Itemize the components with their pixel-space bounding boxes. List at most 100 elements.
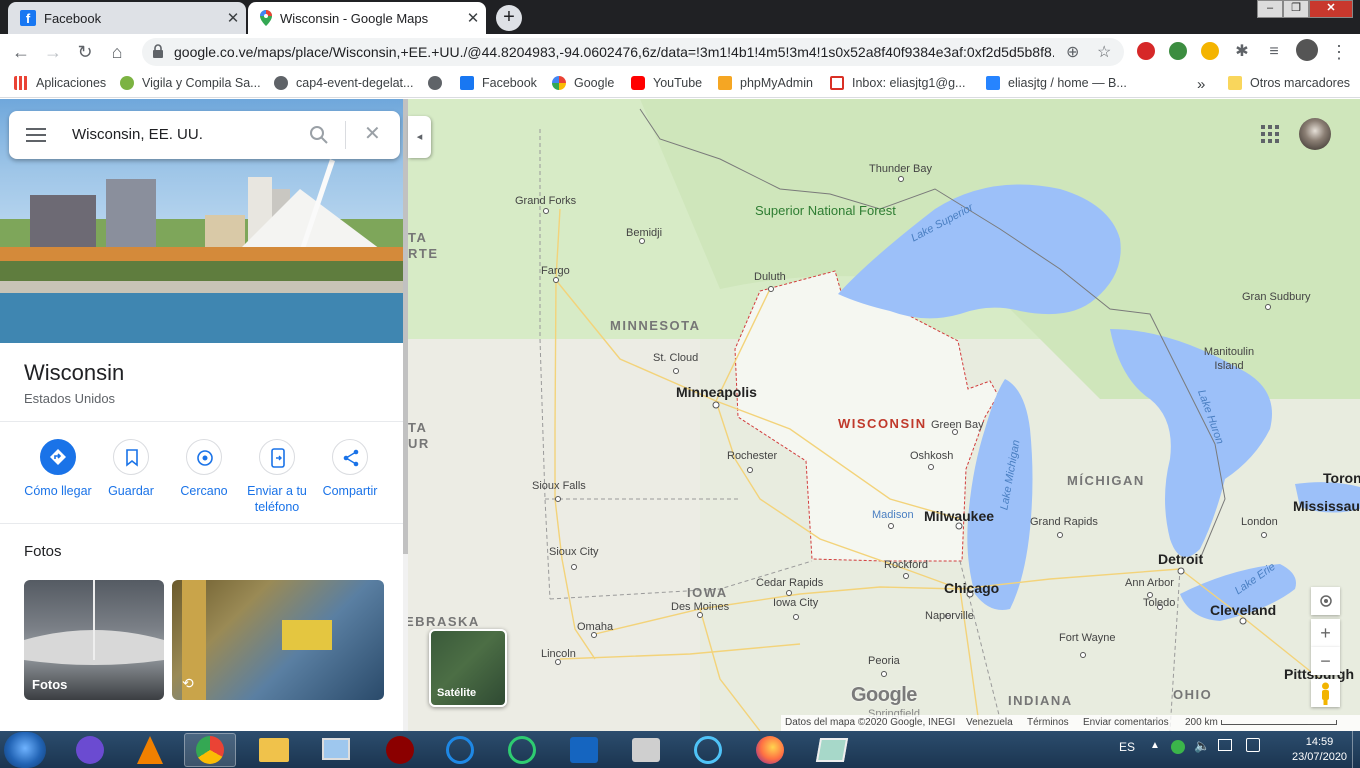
satellite-layer-button[interactable]: Satélite: [429, 629, 507, 707]
zoom-icon[interactable]: ⊕: [1066, 42, 1079, 62]
send-to-phone-button[interactable]: Enviar a tu teléfono: [239, 439, 315, 515]
heart-extension-icon[interactable]: [1201, 42, 1219, 60]
city-label-major: Chicago: [944, 580, 1000, 596]
taskbar-chrome[interactable]: [184, 733, 236, 767]
city-label: Sioux Falls: [532, 480, 586, 492]
bookmark-gmail[interactable]: Inbox: eliasjtg1@g...: [830, 76, 965, 90]
tab-google-maps[interactable]: Wisconsin - Google Maps ✕: [248, 2, 486, 34]
network-icon[interactable]: [1218, 739, 1232, 751]
app-icon: [76, 736, 104, 764]
back-icon[interactable]: ←: [9, 40, 33, 64]
taskbar-explorer[interactable]: [248, 733, 300, 767]
hero-photo[interactable]: Wisconsin, EE. UU. ✕: [0, 99, 403, 343]
profile-avatar[interactable]: [1296, 39, 1318, 61]
taskbar-vlc[interactable]: [124, 733, 176, 767]
taskbar-remote-desktop[interactable]: [310, 733, 362, 767]
city-label: Naperville: [925, 610, 974, 622]
bookmark-youtube[interactable]: YouTube: [631, 76, 702, 90]
taskbar-printer[interactable]: [620, 733, 672, 767]
city-label: Green Bay: [931, 419, 984, 431]
maximize-window-button[interactable]: ❐: [1283, 0, 1309, 18]
taskbar-clock[interactable]: 14:59 23/07/2020: [1292, 735, 1347, 765]
gmail-icon: [830, 76, 844, 90]
search-box[interactable]: Wisconsin, EE. UU. ✕: [9, 111, 400, 159]
photo-thumbnail[interactable]: Fotos: [24, 580, 164, 700]
search-input[interactable]: Wisconsin, EE. UU.: [72, 126, 203, 143]
nearby-button[interactable]: Cercano: [166, 439, 242, 499]
taskbar-app[interactable]: [374, 733, 426, 767]
taskbar-app[interactable]: [806, 733, 858, 767]
bookmark-apps[interactable]: Aplicaciones: [14, 76, 106, 90]
google-apps-icon[interactable]: [1260, 124, 1280, 144]
clock-time: 14:59: [1305, 736, 1334, 748]
bookmark-bitbucket[interactable]: eliasjtg / home — B...: [986, 76, 1127, 90]
volume-icon[interactable]: 🔈: [1194, 738, 1210, 754]
zoom-in-button[interactable]: +: [1311, 619, 1340, 647]
photo-thumbnail-360[interactable]: ⟲: [172, 580, 384, 700]
taskbar-app[interactable]: [558, 733, 610, 767]
close-tab-icon[interactable]: ✕: [460, 9, 486, 27]
bookmark-facebook[interactable]: Facebook: [460, 76, 537, 90]
terms-link[interactable]: Términos: [1027, 717, 1069, 728]
clear-search-icon[interactable]: ✕: [364, 121, 381, 146]
taskbar-app[interactable]: [496, 733, 548, 767]
scale-label[interactable]: 200 km: [1185, 717, 1218, 728]
action-center-icon[interactable]: [1246, 738, 1260, 752]
account-avatar[interactable]: [1299, 118, 1331, 150]
state-label-fragment: UR: [408, 436, 430, 451]
zoom-out-button[interactable]: −: [1311, 647, 1340, 675]
street-view-360-icon: ⟲: [182, 675, 194, 691]
app-icon: [386, 736, 414, 764]
globe-extension-icon[interactable]: [1169, 42, 1187, 60]
url-text: google.co.ve/maps/place/Wisconsin,+EE.+U…: [174, 44, 1054, 60]
my-location-button[interactable]: [1311, 587, 1340, 615]
action-label: Cercano: [180, 484, 228, 498]
save-button[interactable]: Guardar: [93, 439, 169, 499]
panel-scrollbar[interactable]: [403, 99, 408, 731]
tab-facebook[interactable]: f Facebook ✕: [8, 2, 246, 34]
close-tab-icon[interactable]: ✕: [220, 9, 246, 27]
city-label: Sioux City: [549, 546, 599, 558]
tray-app-icon[interactable]: [1171, 740, 1185, 754]
show-desktop-button[interactable]: [1352, 731, 1360, 768]
start-button[interactable]: [4, 732, 46, 768]
bookmark-label: Facebook: [482, 76, 537, 90]
adblock-extension-icon[interactable]: [1137, 42, 1155, 60]
minimize-window-button[interactable]: –: [1257, 0, 1283, 18]
bookmark-star-icon[interactable]: ☆: [1097, 42, 1111, 62]
taskbar-app[interactable]: [64, 733, 116, 767]
taskbar-firefox[interactable]: [744, 733, 796, 767]
language-indicator[interactable]: ES: [1119, 740, 1135, 754]
taskbar-app[interactable]: [682, 733, 734, 767]
home-icon[interactable]: ⌂: [105, 40, 129, 64]
city-label: Toledo: [1143, 597, 1176, 609]
extensions-puzzle-icon[interactable]: ✱: [1230, 40, 1254, 64]
city-label: Peoria: [868, 655, 900, 667]
bookmark-phpmyadmin[interactable]: phpMyAdmin: [718, 76, 813, 90]
bookmark-cap4[interactable]: cap4-event-degelat...: [274, 76, 413, 90]
collapse-panel-button[interactable]: ◂: [408, 116, 431, 158]
feedback-link[interactable]: Enviar comentarios: [1083, 717, 1169, 728]
bookmark-other-folder[interactable]: Otros marcadores: [1228, 76, 1350, 90]
reload-icon[interactable]: ↻: [73, 40, 97, 64]
search-icon[interactable]: [309, 125, 329, 145]
bookmarks-overflow-button[interactable]: »: [1197, 76, 1205, 93]
share-button[interactable]: Compartir: [312, 439, 388, 499]
bookmark-vigila[interactable]: Vigila y Compila Sa...: [120, 76, 261, 90]
new-tab-button[interactable]: +: [496, 5, 522, 31]
bookmark-google[interactable]: Google: [552, 76, 614, 90]
taskbar-ccleaner[interactable]: [434, 733, 486, 767]
street-view-pegman[interactable]: [1311, 679, 1340, 707]
address-bar[interactable]: google.co.ve/maps/place/Wisconsin,+EE.+U…: [142, 38, 1124, 66]
directions-button[interactable]: Cómo llegar: [20, 439, 96, 499]
forward-icon[interactable]: →: [41, 40, 65, 64]
scrollbar-thumb[interactable]: [403, 99, 408, 554]
tray-expand-icon[interactable]: ▲: [1150, 740, 1160, 751]
country-link[interactable]: Venezuela: [966, 717, 1013, 728]
hamburger-menu-icon[interactable]: [26, 127, 46, 143]
city-label: Fort Wayne: [1059, 632, 1116, 644]
media-queue-icon[interactable]: ≡: [1262, 40, 1286, 64]
bookmark-globe[interactable]: [428, 76, 450, 90]
browser-menu-icon[interactable]: ⋮: [1327, 40, 1351, 64]
close-window-button[interactable]: ✕: [1309, 0, 1353, 18]
